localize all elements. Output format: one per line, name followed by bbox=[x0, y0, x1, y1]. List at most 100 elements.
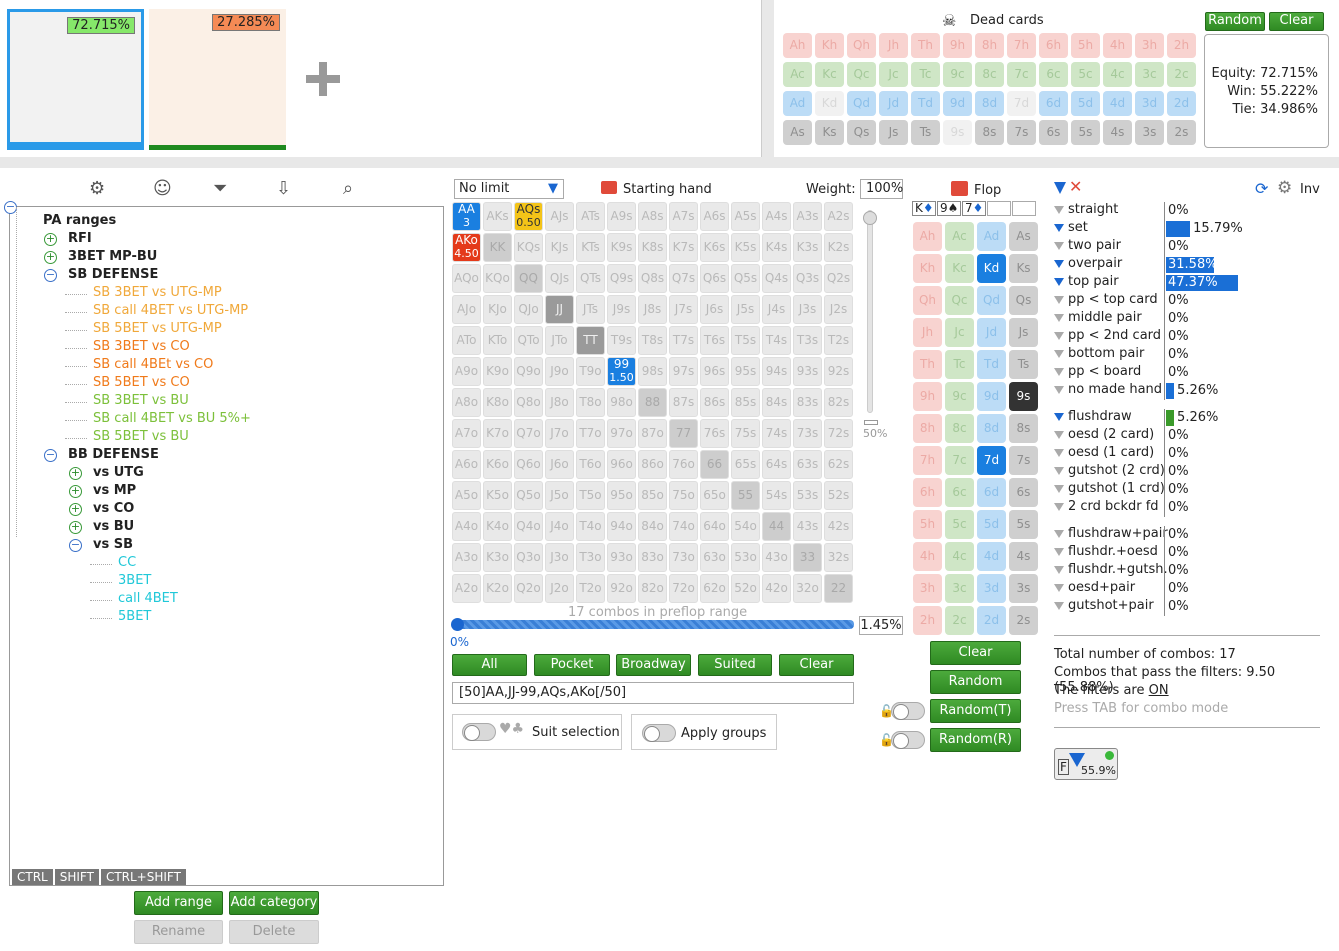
dead-card[interactable]: 6s bbox=[1039, 120, 1068, 145]
tree-item[interactable]: SB 5BET vs CO bbox=[93, 375, 190, 390]
hand-cell[interactable]: J5o bbox=[545, 481, 574, 510]
dead-card[interactable]: Qh bbox=[847, 33, 876, 58]
hand-cell[interactable]: J9s bbox=[607, 295, 636, 324]
weight-input[interactable]: 100% bbox=[860, 179, 903, 199]
flop-card[interactable]: Ts bbox=[1009, 350, 1038, 379]
hand-cell[interactable]: 93s bbox=[793, 357, 822, 386]
tree-item[interactable]: SB call 4BET vs BU 5%+ bbox=[93, 411, 251, 426]
dead-card[interactable]: Js bbox=[879, 120, 908, 145]
stat-row[interactable]: oesd (1 card) bbox=[1054, 445, 1154, 460]
hand-cell[interactable]: 65o bbox=[700, 481, 729, 510]
stat-row[interactable]: flushdraw bbox=[1054, 409, 1132, 424]
flop-card[interactable]: 5h bbox=[913, 510, 942, 539]
dead-card[interactable]: As bbox=[783, 120, 812, 145]
flop-card[interactable]: 6c bbox=[945, 478, 974, 507]
hand-cell[interactable]: Q9o bbox=[514, 357, 543, 386]
percent-slider[interactable] bbox=[453, 620, 854, 629]
hand-cell[interactable]: K5s bbox=[731, 233, 760, 262]
flop-card[interactable]: 2s bbox=[1009, 606, 1038, 635]
flop-card[interactable]: Qc bbox=[945, 286, 974, 315]
hand-cell[interactable]: K4o bbox=[483, 512, 512, 541]
stat-row[interactable]: gutshot+pair bbox=[1054, 598, 1154, 613]
filter-add-icon[interactable]: ⏷ bbox=[213, 178, 227, 199]
random-t-button[interactable]: Random(T) bbox=[930, 699, 1021, 723]
stat-row[interactable]: set bbox=[1054, 220, 1088, 235]
hand-cell[interactable]: 86s bbox=[700, 388, 729, 417]
hand-cell[interactable]: Q9s bbox=[607, 264, 636, 293]
hand-cell[interactable]: 62o bbox=[700, 574, 729, 603]
random-t-toggle[interactable] bbox=[891, 702, 925, 720]
hand-cell[interactable]: Q6s bbox=[700, 264, 729, 293]
flop-card[interactable]: Td bbox=[977, 350, 1006, 379]
hand-cell[interactable]: 75o bbox=[669, 481, 698, 510]
dead-card[interactable]: Jh bbox=[879, 33, 908, 58]
stat-row[interactable]: top pair bbox=[1054, 274, 1119, 289]
tree-item[interactable]: SB call 4BEt vs CO bbox=[93, 357, 213, 372]
hand-cell[interactable]: 73s bbox=[793, 419, 822, 448]
flop-card[interactable]: Jd bbox=[977, 318, 1006, 347]
hand-cell[interactable]: J7o bbox=[545, 419, 574, 448]
hand-cell[interactable]: K4s bbox=[762, 233, 791, 262]
flop-card[interactable]: Jc bbox=[945, 318, 974, 347]
flop-random-button[interactable]: Random bbox=[930, 670, 1021, 694]
modifier-key[interactable]: SHIFT bbox=[54, 869, 99, 885]
hand-cell[interactable]: QQ bbox=[514, 264, 543, 293]
hand-cell[interactable]: 95s bbox=[731, 357, 760, 386]
hand-cell[interactable]: T3o bbox=[576, 543, 605, 572]
dead-card[interactable]: Ks bbox=[815, 120, 844, 145]
dead-card[interactable]: Td bbox=[911, 91, 940, 116]
stat-row[interactable]: flushdraw+pair bbox=[1054, 526, 1168, 541]
flop-card[interactable]: Js bbox=[1009, 318, 1038, 347]
flop-card[interactable]: 6s bbox=[1009, 478, 1038, 507]
hand-cell[interactable]: 63s bbox=[793, 450, 822, 479]
hand-cell[interactable]: 52o bbox=[731, 574, 760, 603]
tree-item[interactable]: vs MP bbox=[93, 483, 136, 498]
flop-card[interactable]: 2d bbox=[977, 606, 1006, 635]
dead-card[interactable]: 5s bbox=[1071, 120, 1100, 145]
hand-cell[interactable]: Q8s bbox=[638, 264, 667, 293]
hand-cell[interactable]: K6o bbox=[483, 450, 512, 479]
dead-card[interactable]: Qc bbox=[847, 62, 876, 87]
tree-item[interactable]: 3BET bbox=[118, 573, 151, 588]
all-button[interactable]: All bbox=[452, 654, 527, 676]
dead-card[interactable]: 5d bbox=[1071, 91, 1100, 116]
flop-card[interactable]: 9d bbox=[977, 382, 1006, 411]
hand-cell[interactable]: 42o bbox=[762, 574, 791, 603]
flop-card[interactable]: Kc bbox=[945, 254, 974, 283]
dead-card[interactable]: Ad bbox=[783, 91, 812, 116]
hand-cell[interactable]: Q6o bbox=[514, 450, 543, 479]
hand-cell[interactable]: AKs bbox=[483, 202, 512, 231]
flop-card[interactable]: Ac bbox=[945, 222, 974, 251]
flop-card[interactable]: 3c bbox=[945, 574, 974, 603]
hand-cell[interactable]: J2s bbox=[824, 295, 853, 324]
hand-cell[interactable]: J5s bbox=[731, 295, 760, 324]
board-card-2[interactable]: 9♠ bbox=[937, 201, 961, 216]
hand-cell[interactable]: 63o bbox=[700, 543, 729, 572]
hand-cell[interactable]: 72o bbox=[669, 574, 698, 603]
hand-cell[interactable]: T2s bbox=[824, 326, 853, 355]
board-card-5[interactable] bbox=[1012, 201, 1036, 216]
dead-card[interactable]: 9h bbox=[943, 33, 972, 58]
flop-card[interactable]: 9c bbox=[945, 382, 974, 411]
hand-cell[interactable]: A2s bbox=[824, 202, 853, 231]
refresh-icon[interactable]: ⟳ bbox=[1255, 179, 1268, 198]
hand-cell[interactable]: QJo bbox=[514, 295, 543, 324]
hand-cell[interactable]: JJ bbox=[545, 295, 574, 324]
flop-card[interactable]: 2c bbox=[945, 606, 974, 635]
flop-card[interactable]: Ah bbox=[913, 222, 942, 251]
hand-cell[interactable]: 83o bbox=[638, 543, 667, 572]
hand-cell[interactable]: AQo bbox=[452, 264, 481, 293]
dead-card[interactable]: 6d bbox=[1039, 91, 1068, 116]
filter-icon[interactable] bbox=[1054, 180, 1070, 195]
hand-cell[interactable]: 98s bbox=[638, 357, 667, 386]
dead-card[interactable]: 8d bbox=[975, 91, 1004, 116]
tree-item[interactable]: SB DEFENSE bbox=[68, 267, 158, 282]
hand-cell[interactable]: 92o bbox=[607, 574, 636, 603]
tree-root-label[interactable]: PA ranges bbox=[43, 213, 116, 228]
hand-cell[interactable]: A6s bbox=[700, 202, 729, 231]
plus-icon[interactable] bbox=[306, 62, 340, 96]
hand-cell[interactable]: 82o bbox=[638, 574, 667, 603]
hand-cell[interactable]: 33 bbox=[793, 543, 822, 572]
hand-cell[interactable]: 95o bbox=[607, 481, 636, 510]
hand-cell[interactable]: 84s bbox=[762, 388, 791, 417]
